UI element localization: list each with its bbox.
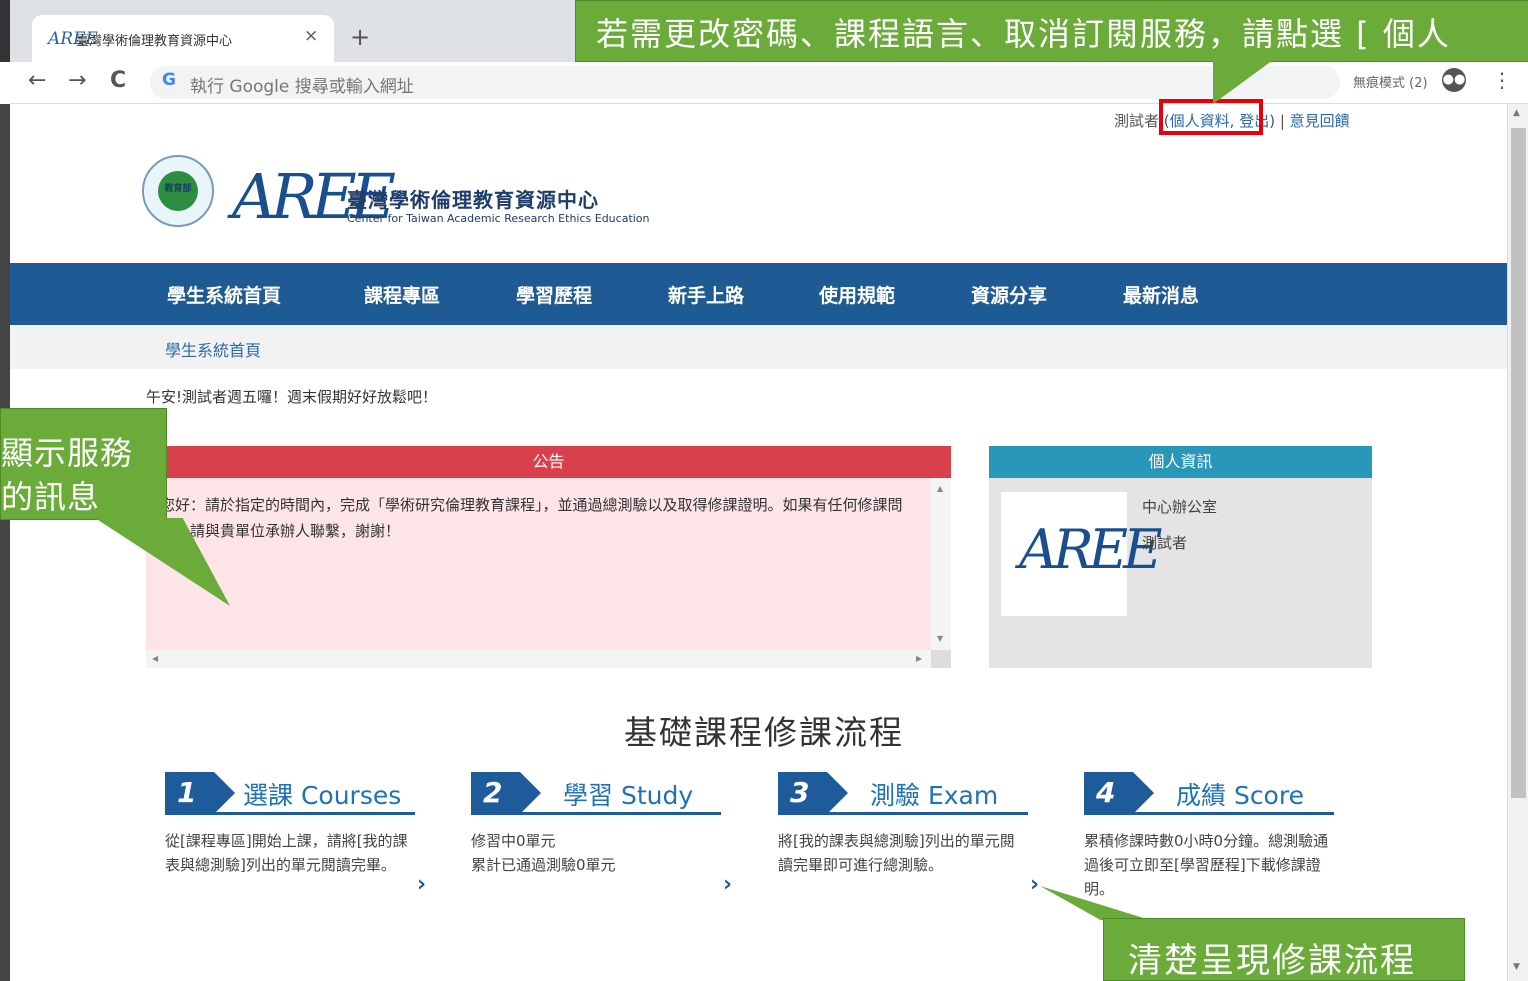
seal-text: 教育部	[164, 184, 192, 194]
chevron-right-icon[interactable]: ›	[723, 872, 732, 897]
chevron-right-icon[interactable]: ›	[1030, 872, 1039, 897]
browser-menu-icon[interactable]: ⋮	[1492, 68, 1512, 92]
step-title[interactable]: 成績 Score	[1176, 776, 1304, 812]
announcement-body: 您好：請於指定的時間內，完成「學術研究倫理教育課程」，並通過總測驗以及取得修課證…	[160, 496, 903, 540]
aree-logo-avatar: AREE	[1019, 518, 1162, 581]
callout-left-line: 的訊息	[1, 478, 101, 516]
incognito-label: 無痕模式 (2)	[1353, 76, 1428, 91]
scroll-down-icon[interactable]: ▼	[1513, 962, 1520, 972]
step-underline	[471, 812, 721, 815]
google-icon: G	[162, 70, 176, 90]
ministry-seal-logo: 教育部	[142, 155, 214, 227]
nav-item-news[interactable]: 最新消息	[1123, 281, 1199, 308]
scroll-thumb[interactable]	[1511, 128, 1526, 798]
step-description: 累積修課時數0小時0分鐘。總測驗通過後可立即至[學習歷程]下載修課證明。	[1084, 832, 1329, 898]
browser-toolbar: ← → C G 執行 Google 搜尋或輸入網址 無痕模式 (2) ●● ⋮	[10, 62, 1528, 104]
callout-left-text: 顯示服務 的訊息	[1, 431, 133, 519]
page-scrollbar[interactable]: ▲ ▼	[1507, 104, 1528, 981]
callout-left-line: 顯示服務	[1, 434, 134, 472]
scroll-corner	[931, 650, 951, 668]
step-badge	[165, 772, 235, 814]
step-courses: 1 選課 Courses 從[課程專區]開始上課，請將[我的課表與總測驗]列出的…	[165, 772, 426, 912]
profile-avatar: AREE	[1001, 492, 1162, 616]
profile-unit: 中心辦公室	[1142, 498, 1218, 516]
step-title[interactable]: 學習 Study	[563, 776, 693, 812]
feedback-link[interactable]: 意見回饋	[1290, 112, 1350, 130]
step-number: 2	[483, 776, 503, 809]
incognito-icon[interactable]: ●●	[1442, 68, 1466, 92]
profile-title: 個人資訊	[989, 446, 1372, 478]
step-score: 4 成績 Score 累積修課時數0小時0分鐘。總測驗通過後可立即至[學習歷程]…	[1084, 772, 1336, 912]
nav-item-getting-started[interactable]: 新手上路	[668, 281, 744, 308]
step-title[interactable]: 測驗 Exam	[870, 776, 998, 812]
step-badge	[778, 772, 848, 814]
step-description: 將[我的課表與總測驗]列出的單元閱讀完畢即可進行總測驗。	[778, 832, 1015, 874]
browser-tab[interactable]: AREE 臺灣學術倫理教育資源中心 ×	[32, 15, 334, 62]
course-flow-title: 基礎課程修課流程	[624, 713, 904, 752]
tab-title: 臺灣學術倫理教育資源中心	[76, 34, 233, 49]
site-title-en: Center for Taiwan Academic Research Ethi…	[347, 212, 650, 225]
scroll-up-icon[interactable]: ▲	[1513, 108, 1520, 118]
step-description: 從[課程專區]開始上課，請將[我的課表與總測驗]列出的單元閱讀完畢。	[165, 832, 408, 874]
profile-highlight-box	[1159, 99, 1263, 135]
window-edge	[0, 104, 10, 981]
reload-icon[interactable]: C	[110, 68, 126, 93]
main-nav: 學生系統首頁 課程專區 學習歷程 新手上路 使用規範 資源分享 最新消息	[10, 263, 1507, 325]
callout-bottom-text: 清楚呈現修課流程	[1128, 941, 1416, 981]
step-description: 修習中0單元 累計已通過測驗0單元	[471, 832, 616, 874]
scroll-left-icon[interactable]: ◀	[152, 654, 158, 663]
scroll-right-icon[interactable]: ▶	[916, 654, 922, 663]
callout-left: 顯示服務 的訊息	[0, 408, 167, 520]
callout-top-text: 若需更改密碼、課程語言、取消訂閱服務，請點選 [ 個人	[596, 15, 1451, 53]
callout-top: 若需更改密碼、課程語言、取消訂閱服務，請點選 [ 個人	[575, 0, 1528, 62]
back-icon[interactable]: ←	[28, 68, 46, 93]
announcement-panel: 公告 您好：請於指定的時間內，完成「學術研究倫理教育課程」，並通過總測驗以及取得…	[146, 446, 951, 668]
address-bar[interactable]: G 執行 Google 搜尋或輸入網址	[150, 66, 1340, 99]
announcement-title: 公告	[146, 446, 951, 478]
step-exam: 3 測驗 Exam 將[我的課表與總測驗]列出的單元閱讀完畢即可進行總測驗。 ›	[778, 772, 1039, 912]
step-underline	[1084, 812, 1334, 815]
step-study: 2 學習 Study 修習中0單元 累計已通過測驗0單元 ›	[471, 772, 732, 912]
page: AREE 臺灣學術倫理教育資源中心 × + ← → C G 執行 Google …	[0, 0, 1528, 981]
nav-item-resources[interactable]: 資源分享	[971, 281, 1047, 308]
chevron-right-icon[interactable]: ›	[417, 872, 426, 897]
new-tab-icon[interactable]: +	[350, 23, 370, 51]
breadcrumb-bar: 學生系統首頁	[10, 325, 1507, 369]
step-number: 1	[177, 776, 197, 809]
scroll-down-icon[interactable]: ▼	[937, 634, 943, 643]
nav-item-learning-history[interactable]: 學習歷程	[516, 281, 592, 308]
profile-panel: 個人資訊 AREE 中心辦公室 測試者	[989, 446, 1372, 668]
user-bar-separator: ) |	[1269, 112, 1290, 130]
step-title[interactable]: 選課 Courses	[243, 776, 401, 812]
step-badge	[471, 772, 541, 814]
forward-icon[interactable]: →	[68, 68, 86, 93]
announcement-vscroll[interactable]: ▲ ▼	[931, 478, 951, 650]
address-placeholder: 執行 Google 搜尋或輸入網址	[190, 77, 414, 97]
profile-name: 測試者	[1142, 534, 1188, 552]
step-underline	[778, 812, 1028, 815]
site-title-cn: 臺灣學術倫理教育資源中心	[347, 188, 599, 212]
user-name: 測試者	[1114, 112, 1160, 130]
nav-item-usage-rules[interactable]: 使用規範	[819, 281, 895, 308]
step-underline	[165, 812, 415, 815]
nav-item-courses[interactable]: 課程專區	[364, 281, 440, 308]
step-badge	[1084, 772, 1154, 814]
tab-close-icon[interactable]: ×	[304, 26, 318, 46]
callout-bottom: 清楚呈現修課流程	[1103, 918, 1465, 981]
nav-item-student-home[interactable]: 學生系統首頁	[167, 281, 281, 308]
announcement-hscroll[interactable]: ◀ ▶	[146, 650, 931, 668]
breadcrumb[interactable]: 學生系統首頁	[165, 337, 261, 361]
step-number: 4	[1096, 776, 1116, 809]
scroll-up-icon[interactable]: ▲	[937, 484, 943, 493]
greeting-text: 午安!測試者週五囉！週末假期好好放鬆吧！	[146, 388, 438, 406]
step-number: 3	[790, 776, 810, 809]
